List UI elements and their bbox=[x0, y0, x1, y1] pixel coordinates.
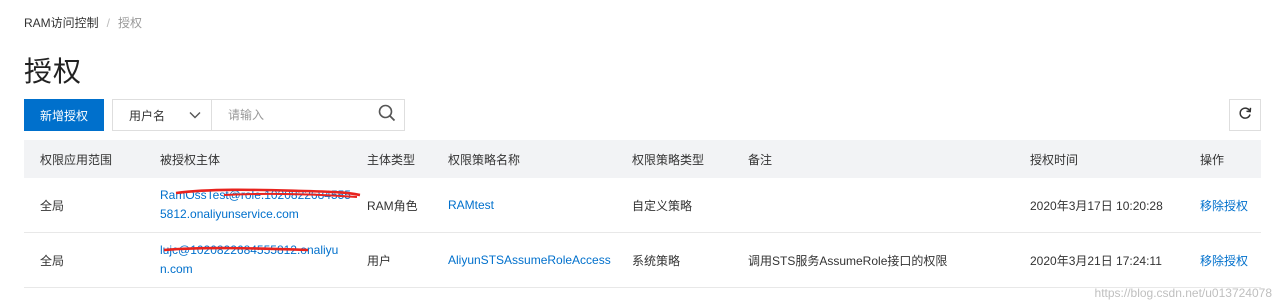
toolbar: 新增授权 用户名 bbox=[24, 99, 405, 131]
add-authorization-button[interactable]: 新增授权 bbox=[24, 99, 104, 131]
principal-line: lujc@1020822684555812.onaliyu bbox=[160, 243, 339, 257]
policy-type-cell: 系统策略 bbox=[632, 253, 681, 268]
policy-type-cell: 自定义策略 bbox=[632, 198, 693, 213]
time-cell: 2020年3月21日 17:24:11 bbox=[1030, 253, 1162, 268]
table-header: 权限应用范围 被授权主体 主体类型 权限策略名称 权限策略类型 备注 授权时间 … bbox=[24, 140, 1261, 178]
column-header: 权限策略名称 bbox=[448, 152, 521, 167]
column-header: 操作 bbox=[1200, 152, 1225, 167]
table-row: 全局 lujc@1020822684555812.onaliyu n.com 用… bbox=[24, 233, 1261, 288]
remove-authorization-link[interactable]: 移除授权 bbox=[1200, 233, 1248, 287]
search-icon[interactable] bbox=[378, 104, 396, 127]
breadcrumb-root-link[interactable]: RAM访问控制 bbox=[24, 14, 99, 31]
remove-authorization-link[interactable]: 移除授权 bbox=[1200, 178, 1248, 232]
breadcrumb: RAM访问控制 / 授权 bbox=[24, 14, 142, 31]
scope-cell: 全局 bbox=[40, 253, 65, 268]
refresh-button[interactable] bbox=[1229, 99, 1261, 131]
principal-line: RamOssTest@role.1020822684555 bbox=[160, 188, 351, 202]
column-header: 被授权主体 bbox=[160, 152, 221, 167]
filter-field-value: 用户名 bbox=[129, 108, 166, 123]
table-row: 全局 RamOssTest@role.1020822684555 5812.on… bbox=[24, 178, 1261, 233]
remark-cell: 调用STS服务AssumeRole接口的权限 bbox=[748, 253, 948, 268]
policy-name-link[interactable]: RAMtest bbox=[448, 178, 494, 232]
search-box bbox=[211, 99, 405, 131]
column-header: 权限策略类型 bbox=[632, 152, 705, 167]
breadcrumb-current: 授权 bbox=[118, 16, 143, 30]
principal-line: 5812.onaliyunservice.com bbox=[160, 207, 299, 221]
search-input[interactable] bbox=[228, 108, 368, 122]
time-cell: 2020年3月17日 10:20:28 bbox=[1030, 198, 1163, 213]
refresh-icon bbox=[1238, 106, 1252, 125]
column-header: 主体类型 bbox=[367, 152, 416, 167]
principal-line: n.com bbox=[160, 262, 193, 276]
column-header: 授权时间 bbox=[1030, 152, 1079, 167]
principal-type-cell: 用户 bbox=[367, 253, 392, 268]
column-header: 权限应用范围 bbox=[40, 152, 113, 167]
column-header: 备注 bbox=[748, 152, 773, 167]
authorization-table: 权限应用范围 被授权主体 主体类型 权限策略名称 权限策略类型 备注 授权时间 … bbox=[24, 140, 1261, 288]
filter-field-select[interactable]: 用户名 bbox=[112, 99, 211, 131]
policy-name-link[interactable]: AliyunSTSAssumeRoleAccess bbox=[448, 233, 611, 287]
watermark: https://blog.csdn.net/u013724078 bbox=[1094, 286, 1272, 300]
page-title: 授权 bbox=[24, 56, 83, 87]
chevron-down-icon bbox=[189, 111, 201, 119]
principal-type-cell: RAM角色 bbox=[367, 198, 418, 213]
breadcrumb-separator: / bbox=[106, 15, 111, 30]
scope-cell: 全局 bbox=[40, 198, 65, 213]
